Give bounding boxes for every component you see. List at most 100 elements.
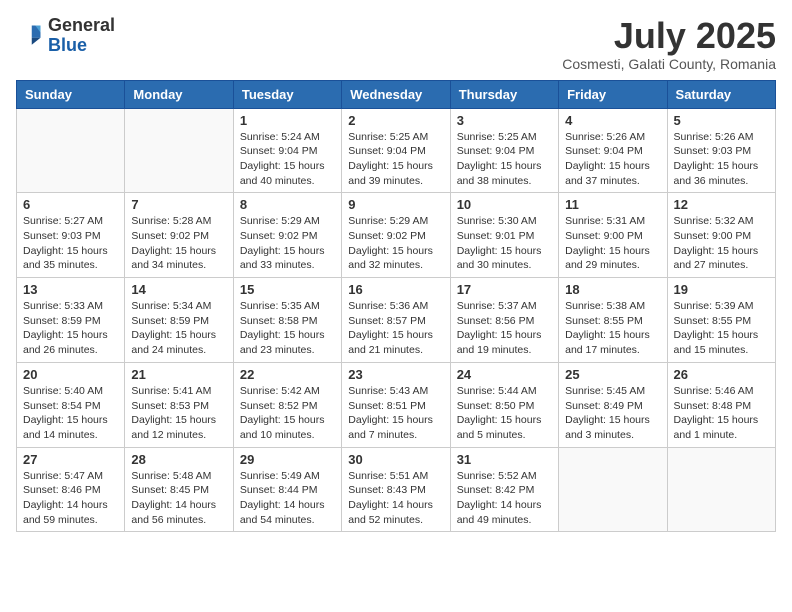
logo-blue: Blue: [48, 35, 87, 55]
day-number: 5: [674, 113, 769, 128]
calendar-cell: 2Sunrise: 5:25 AM Sunset: 9:04 PM Daylig…: [342, 108, 450, 193]
calendar-cell: 5 Sunrise: 5:26 AM Sunset: 9:03 PM Daylig…: [667, 108, 775, 193]
day-number: 26: [674, 367, 769, 382]
day-number: 12: [674, 197, 769, 212]
weekday-header-friday: Friday: [559, 80, 667, 108]
day-info: Sunrise: 5:25 AM Sunset: 9:04 PM Dayligh…: [457, 130, 552, 189]
calendar-cell: 23Sunrise: 5:43 AM Sunset: 8:51 PM Dayli…: [342, 362, 450, 447]
day-number: 16: [348, 282, 443, 297]
day-info: Sunrise: 5:27 AM Sunset: 9:03 PM Dayligh…: [23, 214, 118, 273]
calendar-cell: 24Sunrise: 5:44 AM Sunset: 8:50 PM Dayli…: [450, 362, 558, 447]
calendar-cell: 4Sunrise: 5:26 AM Sunset: 9:04 PM Daylig…: [559, 108, 667, 193]
month-title: July 2025: [562, 16, 776, 56]
day-info: Sunrise: 5:32 AM Sunset: 9:00 PM Dayligh…: [674, 214, 769, 273]
day-info: Sunrise: 5:40 AM Sunset: 8:54 PM Dayligh…: [23, 384, 118, 443]
day-number: 15: [240, 282, 335, 297]
day-info: Sunrise: 5:28 AM Sunset: 9:02 PM Dayligh…: [131, 214, 226, 273]
calendar-cell: 22 Sunrise: 5:42 AM Sunset: 8:52 PM Dayli…: [233, 362, 341, 447]
calendar-cell: 13 Sunrise: 5:33 AM Sunset: 8:59 PM Dayli…: [17, 278, 125, 363]
day-number: 4: [565, 113, 660, 128]
weekday-header-monday: Monday: [125, 80, 233, 108]
calendar-header-row: SundayMondayTuesdayWednesdayThursdayFrid…: [17, 80, 776, 108]
day-number: 29: [240, 452, 335, 467]
day-number: 25: [565, 367, 660, 382]
calendar-week-row: 27 Sunrise: 5:47 AM Sunset: 8:46 PM Dayli…: [17, 447, 776, 532]
day-number: 30: [348, 452, 443, 467]
calendar-cell: 20 Sunrise: 5:40 AM Sunset: 8:54 PM Dayli…: [17, 362, 125, 447]
calendar-week-row: 1 Sunrise: 5:24 AM Sunset: 9:04 PM Daylig…: [17, 108, 776, 193]
day-number: 18: [565, 282, 660, 297]
day-number: 9: [348, 197, 443, 212]
logo-icon: [16, 22, 44, 50]
weekday-header-wednesday: Wednesday: [342, 80, 450, 108]
day-info: Sunrise: 5:52 AM Sunset: 8:42 PM Dayligh…: [457, 469, 552, 528]
day-info: Sunrise: 5:41 AM Sunset: 8:53 PM Dayligh…: [131, 384, 226, 443]
calendar-cell: 15Sunrise: 5:35 AM Sunset: 8:58 PM Dayli…: [233, 278, 341, 363]
day-info: Sunrise: 5:49 AM Sunset: 8:44 PM Dayligh…: [240, 469, 335, 528]
calendar-cell: 31Sunrise: 5:52 AM Sunset: 8:42 PM Dayli…: [450, 447, 558, 532]
location-subtitle: Cosmesti, Galati County, Romania: [562, 56, 776, 72]
day-number: 22: [240, 367, 335, 382]
logo: General Blue: [16, 16, 115, 56]
day-number: 20: [23, 367, 118, 382]
day-number: 17: [457, 282, 552, 297]
calendar-cell: 14Sunrise: 5:34 AM Sunset: 8:59 PM Dayli…: [125, 278, 233, 363]
weekday-header-saturday: Saturday: [667, 80, 775, 108]
calendar-cell: 19Sunrise: 5:39 AM Sunset: 8:55 PM Dayli…: [667, 278, 775, 363]
day-info: Sunrise: 5:43 AM Sunset: 8:51 PM Dayligh…: [348, 384, 443, 443]
day-number: 8: [240, 197, 335, 212]
day-info: Sunrise: 5:39 AM Sunset: 8:55 PM Dayligh…: [674, 299, 769, 358]
calendar-cell: [667, 447, 775, 532]
day-info: Sunrise: 5:26 AM Sunset: 9:03 PM Dayligh…: [674, 130, 769, 189]
day-info: Sunrise: 5:44 AM Sunset: 8:50 PM Dayligh…: [457, 384, 552, 443]
calendar-cell: 9 Sunrise: 5:29 AM Sunset: 9:02 PM Daylig…: [342, 193, 450, 278]
calendar-cell: 27 Sunrise: 5:47 AM Sunset: 8:46 PM Dayli…: [17, 447, 125, 532]
weekday-header-tuesday: Tuesday: [233, 80, 341, 108]
title-block: July 2025 Cosmesti, Galati County, Roman…: [562, 16, 776, 72]
day-number: 10: [457, 197, 552, 212]
calendar-cell: 17 Sunrise: 5:37 AM Sunset: 8:56 PM Dayli…: [450, 278, 558, 363]
calendar-cell: 16Sunrise: 5:36 AM Sunset: 8:57 PM Dayli…: [342, 278, 450, 363]
calendar-cell: 26 Sunrise: 5:46 AM Sunset: 8:48 PM Dayli…: [667, 362, 775, 447]
calendar-cell: 1 Sunrise: 5:24 AM Sunset: 9:04 PM Daylig…: [233, 108, 341, 193]
calendar-cell: [559, 447, 667, 532]
day-number: 21: [131, 367, 226, 382]
day-info: Sunrise: 5:29 AM Sunset: 9:02 PM Dayligh…: [348, 214, 443, 273]
calendar-week-row: 20 Sunrise: 5:40 AM Sunset: 8:54 PM Dayli…: [17, 362, 776, 447]
calendar-cell: 25 Sunrise: 5:45 AM Sunset: 8:49 PM Dayli…: [559, 362, 667, 447]
day-number: 7: [131, 197, 226, 212]
calendar-cell: [17, 108, 125, 193]
day-number: 6: [23, 197, 118, 212]
calendar-cell: 12 Sunrise: 5:32 AM Sunset: 9:00 PM Dayli…: [667, 193, 775, 278]
weekday-header-sunday: Sunday: [17, 80, 125, 108]
day-info: Sunrise: 5:42 AM Sunset: 8:52 PM Dayligh…: [240, 384, 335, 443]
day-info: Sunrise: 5:31 AM Sunset: 9:00 PM Dayligh…: [565, 214, 660, 273]
calendar-cell: 30Sunrise: 5:51 AM Sunset: 8:43 PM Dayli…: [342, 447, 450, 532]
day-info: Sunrise: 5:30 AM Sunset: 9:01 PM Dayligh…: [457, 214, 552, 273]
calendar-cell: 29 Sunrise: 5:49 AM Sunset: 8:44 PM Dayli…: [233, 447, 341, 532]
day-info: Sunrise: 5:47 AM Sunset: 8:46 PM Dayligh…: [23, 469, 118, 528]
calendar-cell: 10 Sunrise: 5:30 AM Sunset: 9:01 PM Dayli…: [450, 193, 558, 278]
calendar-cell: 11 Sunrise: 5:31 AM Sunset: 9:00 PM Dayli…: [559, 193, 667, 278]
day-info: Sunrise: 5:25 AM Sunset: 9:04 PM Dayligh…: [348, 130, 443, 189]
day-info: Sunrise: 5:45 AM Sunset: 8:49 PM Dayligh…: [565, 384, 660, 443]
day-number: 1: [240, 113, 335, 128]
day-number: 27: [23, 452, 118, 467]
page-header: General Blue July 2025 Cosmesti, Galati …: [16, 16, 776, 72]
weekday-header-thursday: Thursday: [450, 80, 558, 108]
day-info: Sunrise: 5:33 AM Sunset: 8:59 PM Dayligh…: [23, 299, 118, 358]
calendar-cell: [125, 108, 233, 193]
day-info: Sunrise: 5:29 AM Sunset: 9:02 PM Dayligh…: [240, 214, 335, 273]
day-info: Sunrise: 5:24 AM Sunset: 9:04 PM Dayligh…: [240, 130, 335, 189]
day-number: 13: [23, 282, 118, 297]
day-number: 11: [565, 197, 660, 212]
day-info: Sunrise: 5:37 AM Sunset: 8:56 PM Dayligh…: [457, 299, 552, 358]
calendar-cell: 6 Sunrise: 5:27 AM Sunset: 9:03 PM Daylig…: [17, 193, 125, 278]
logo-general: General: [48, 15, 115, 35]
day-info: Sunrise: 5:46 AM Sunset: 8:48 PM Dayligh…: [674, 384, 769, 443]
day-number: 28: [131, 452, 226, 467]
calendar-week-row: 6 Sunrise: 5:27 AM Sunset: 9:03 PM Daylig…: [17, 193, 776, 278]
calendar-week-row: 13 Sunrise: 5:33 AM Sunset: 8:59 PM Dayli…: [17, 278, 776, 363]
day-info: Sunrise: 5:48 AM Sunset: 8:45 PM Dayligh…: [131, 469, 226, 528]
day-number: 3: [457, 113, 552, 128]
